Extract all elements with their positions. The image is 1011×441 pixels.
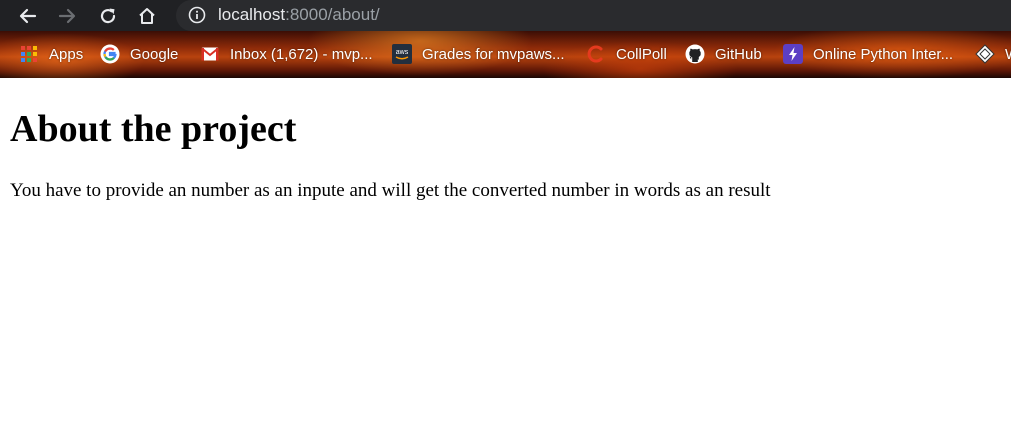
browser-toolbar: localhost:8000/about/	[0, 0, 1011, 31]
bookmark-label: Apps	[49, 45, 84, 63]
bookmark-label: Google	[130, 45, 179, 63]
reload-button[interactable]	[93, 0, 123, 31]
bookmark-collpoll[interactable]: CollPoll	[586, 43, 667, 65]
address-bar[interactable]: localhost:8000/about/	[176, 0, 1011, 31]
url-host: localhost	[218, 5, 286, 24]
info-icon[interactable]	[188, 6, 206, 24]
forward-button[interactable]	[52, 0, 82, 31]
home-icon	[139, 7, 155, 24]
bookmark-grades[interactable]: aws Grades for mvpaws...	[392, 43, 565, 65]
bookmark-label: W	[1005, 46, 1011, 63]
google-icon	[100, 44, 120, 64]
bookmark-google[interactable]: Google	[100, 43, 178, 65]
back-button[interactable]	[13, 0, 43, 31]
bookmark-inbox[interactable]: Inbox (1,672) - mvp...	[200, 43, 373, 65]
gmail-icon	[200, 44, 220, 64]
bookmarks-bar: Apps Google Inbox (1,672) - mvp... aws G…	[0, 31, 1011, 78]
lightning-icon	[783, 44, 803, 64]
site-icon	[975, 44, 995, 64]
page-title: About the project	[10, 108, 297, 150]
page-description: You have to provide an number as an inpu…	[10, 180, 771, 201]
github-icon	[685, 44, 705, 64]
forward-arrow-icon	[58, 8, 76, 23]
url-text[interactable]: localhost:8000/about/	[218, 4, 380, 26]
aws-icon: aws	[392, 44, 412, 64]
bookmark-label: Inbox (1,672) - mvp...	[230, 45, 373, 63]
apps-grid-icon	[19, 44, 39, 64]
bookmark-online-python[interactable]: Online Python Inter...	[783, 43, 953, 65]
bookmark-label: Grades for mvpaws...	[422, 45, 565, 63]
bookmark-apps[interactable]: Apps	[19, 43, 83, 65]
bookmark-label: CollPoll	[616, 45, 667, 63]
collpoll-icon	[586, 44, 606, 64]
home-button[interactable]	[132, 0, 162, 31]
back-arrow-icon	[19, 8, 37, 23]
bookmark-label: Online Python Inter...	[813, 45, 954, 63]
svg-text:aws: aws	[396, 49, 409, 56]
url-path: :8000/about/	[285, 5, 380, 24]
reload-icon	[100, 8, 116, 23]
bookmark-overflow[interactable]: W	[975, 43, 1011, 65]
bookmark-github[interactable]: GitHub	[685, 43, 762, 65]
bookmark-label: GitHub	[715, 45, 762, 63]
